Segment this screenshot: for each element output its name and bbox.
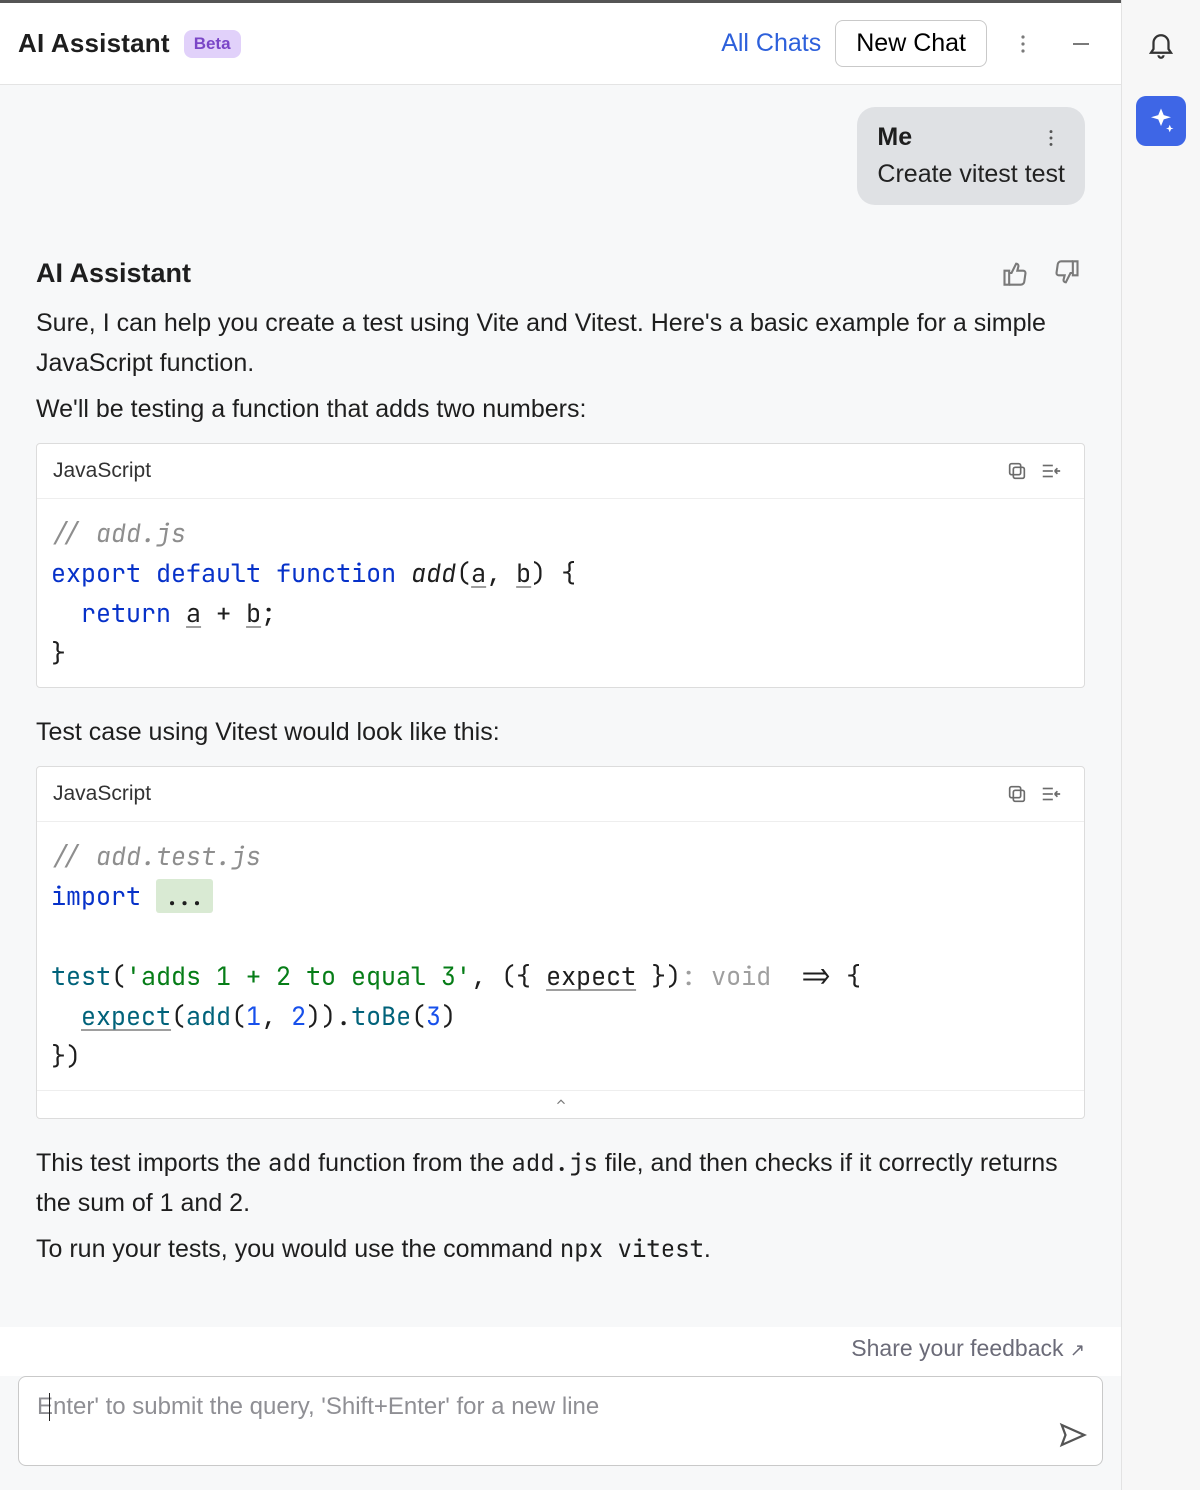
more-options-icon[interactable] <box>1001 22 1045 66</box>
thumbs-down-icon[interactable] <box>1049 255 1085 291</box>
user-name: Me <box>877 123 912 152</box>
panel-title: AI Assistant <box>18 28 170 59</box>
notifications-icon[interactable] <box>1139 22 1183 66</box>
assistant-message: AI Assistant Sure, I can help you create… <box>36 255 1085 1270</box>
input-area <box>0 1376 1121 1490</box>
panel-header: AI Assistant Beta All Chats New Chat <box>0 3 1121 85</box>
beta-badge: Beta <box>184 30 241 58</box>
text-caret <box>49 1393 50 1421</box>
right-toolbar <box>1122 0 1200 1490</box>
inline-code: add <box>268 1148 311 1179</box>
assistant-paragraph: Test case using Vitest would look like t… <box>36 712 1085 752</box>
code-block: JavaScript // add.js export default func… <box>36 443 1085 688</box>
all-chats-link[interactable]: All Chats <box>721 29 821 58</box>
code-content[interactable]: // add.test.js import ... test('adds 1 +… <box>37 822 1084 1090</box>
assistant-paragraph: To run your tests, you would use the com… <box>36 1229 1085 1269</box>
assistant-name: AI Assistant <box>36 258 191 289</box>
chat-body: Me Create vitest test AI Assistant <box>0 85 1121 1327</box>
copy-code-icon[interactable] <box>1000 777 1034 811</box>
user-message-text: Create vitest test <box>877 160 1065 189</box>
ai-assistant-tool-icon[interactable] <box>1136 96 1186 146</box>
inline-code: npx vitest <box>560 1234 704 1265</box>
message-more-options-icon[interactable] <box>1037 124 1065 152</box>
code-language-label: JavaScript <box>53 782 151 806</box>
collapse-toggle-icon[interactable] <box>37 1090 1084 1118</box>
minimize-icon[interactable] <box>1059 22 1103 66</box>
chat-textarea[interactable] <box>35 1391 1086 1451</box>
insert-code-icon[interactable] <box>1034 777 1068 811</box>
new-chat-button[interactable]: New Chat <box>835 20 987 67</box>
assistant-paragraph: Sure, I can help you create a test using… <box>36 303 1085 383</box>
copy-code-icon[interactable] <box>1000 454 1034 488</box>
send-icon[interactable] <box>1058 1420 1088 1455</box>
assistant-panel: AI Assistant Beta All Chats New Chat Me … <box>0 0 1122 1490</box>
thumbs-up-icon[interactable] <box>997 255 1033 291</box>
external-link-icon: ↗ <box>1070 1340 1085 1360</box>
code-block: JavaScript // add.test.js import ... tes… <box>36 766 1085 1119</box>
assistant-paragraph: We'll be testing a function that adds tw… <box>36 389 1085 429</box>
code-content[interactable]: // add.js export default function add(a,… <box>37 499 1084 687</box>
fold-indicator[interactable]: ... <box>156 879 213 913</box>
chat-input[interactable] <box>18 1376 1103 1466</box>
feedback-link[interactable]: Share your feedback ↗ <box>0 1327 1121 1376</box>
code-language-label: JavaScript <box>53 459 151 483</box>
assistant-paragraph: This test imports the add function from … <box>36 1143 1085 1223</box>
inline-code: add.js <box>511 1148 597 1179</box>
user-message-bubble: Me Create vitest test <box>857 107 1085 205</box>
insert-code-icon[interactable] <box>1034 454 1068 488</box>
